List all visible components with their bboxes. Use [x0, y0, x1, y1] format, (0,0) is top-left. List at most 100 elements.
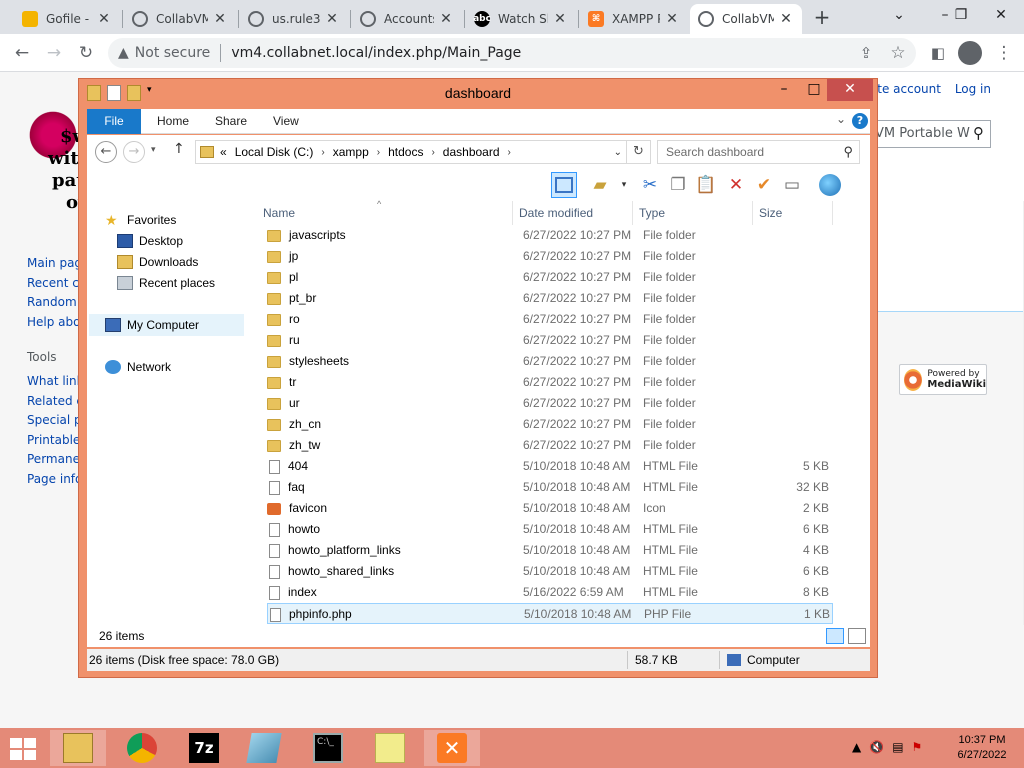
breadcrumb-overflow[interactable]: «: [220, 145, 227, 159]
preview-pane-icon[interactable]: [551, 172, 577, 198]
chevron-right-icon[interactable]: ›: [377, 147, 380, 158]
file-row[interactable]: 404 5/10/2018 10:48 AM HTML File 5 KB: [267, 456, 833, 477]
chevron-right-icon[interactable]: ›: [431, 147, 434, 158]
taskbar-xampp[interactable]: ✕: [424, 730, 480, 766]
tab-home[interactable]: Home: [145, 109, 201, 134]
profile-avatar[interactable]: [958, 41, 982, 65]
file-row[interactable]: ro 6/27/2022 10:27 PM File folder: [267, 309, 833, 330]
column-header-type[interactable]: Type: [633, 201, 753, 225]
file-row[interactable]: zh_cn 6/27/2022 10:27 PM File folder: [267, 414, 833, 435]
share-icon[interactable]: ⇪: [854, 41, 878, 65]
browser-tab-active[interactable]: CollabVM ✕: [690, 4, 802, 34]
delete-icon[interactable]: ✕: [723, 172, 749, 198]
up-icon[interactable]: ↑: [173, 141, 185, 157]
file-row[interactable]: javascripts 6/27/2022 10:27 PM File folder: [267, 225, 833, 246]
close-icon[interactable]: ✕: [827, 79, 873, 101]
file-row[interactable]: tr 6/27/2022 10:27 PM File folder: [267, 372, 833, 393]
url-text[interactable]: vm4.collabnet.local/index.php/Main_Page: [231, 45, 521, 61]
restore-icon[interactable]: ❐: [946, 2, 976, 28]
folder-options-icon[interactable]: ▰: [587, 172, 613, 198]
breadcrumb-item[interactable]: xampp: [333, 145, 369, 159]
column-header-size[interactable]: Size: [753, 201, 833, 225]
tab-search-icon[interactable]: ⌄: [884, 2, 914, 28]
nav-network[interactable]: Network: [105, 356, 171, 377]
start-button[interactable]: [10, 738, 38, 760]
login-link[interactable]: Log in: [955, 82, 991, 96]
tab-close-icon[interactable]: ✕: [212, 11, 228, 27]
file-row[interactable]: favicon 5/10/2018 10:48 AM Icon 2 KB: [267, 498, 833, 519]
large-icons-view-icon[interactable]: [848, 628, 866, 644]
file-row[interactable]: faq 5/10/2018 10:48 AM HTML File 32 KB: [267, 477, 833, 498]
browser-tab[interactable]: CollabVM ✕: [124, 4, 236, 34]
rename-icon[interactable]: ▭: [779, 172, 805, 198]
taskbar-file-explorer[interactable]: [50, 730, 106, 766]
file-row[interactable]: phpinfo.php 5/10/2018 10:48 AM PHP File 1 K…: [267, 603, 833, 624]
volume-muted-icon[interactable]: 🔇: [869, 740, 884, 754]
minimize-icon[interactable]: –: [769, 79, 799, 101]
nav-my-computer[interactable]: My Computer: [105, 314, 199, 335]
taskbar-clock[interactable]: 10:37 PM 6/27/2022: [952, 733, 1012, 763]
chevron-right-icon[interactable]: ›: [321, 147, 324, 158]
globe-icon[interactable]: [817, 172, 843, 198]
show-hidden-icons-icon[interactable]: ▲: [852, 740, 861, 754]
paste-icon[interactable]: 📋: [693, 172, 719, 198]
refresh-icon[interactable]: ↻: [627, 140, 651, 164]
tab-close-icon[interactable]: ✕: [664, 11, 680, 27]
back-icon[interactable]: ←: [95, 141, 117, 163]
file-row[interactable]: howto_platform_links 5/10/2018 10:48 AM HT…: [267, 540, 833, 561]
address-bar[interactable]: ▲ Not secure vm4.collabnet.local/index.p…: [108, 38, 916, 68]
tab-close-icon[interactable]: ✕: [96, 11, 112, 27]
file-row[interactable]: zh_tw 6/27/2022 10:27 PM File folder: [267, 435, 833, 456]
search-icon[interactable]: ⚲: [973, 124, 984, 142]
browser-tab[interactable]: ⌘ XAMPP P ✕: [580, 4, 688, 34]
help-icon[interactable]: ?: [852, 113, 868, 129]
expand-ribbon-icon[interactable]: ⌄: [836, 112, 846, 126]
browser-tab[interactable]: abc Watch Sh ✕: [466, 4, 576, 34]
powered-by-mediawiki-badge[interactable]: Powered by MediaWiki: [899, 364, 987, 395]
details-view-icon[interactable]: [826, 628, 844, 644]
file-row[interactable]: howto 5/10/2018 10:48 AM HTML File 6 KB: [267, 519, 833, 540]
browser-tab[interactable]: Gofile - F ✕: [14, 4, 120, 34]
column-header-date[interactable]: Date modified: [513, 201, 633, 225]
tab-close-icon[interactable]: ✕: [324, 11, 340, 27]
nav-favorites[interactable]: ★ Favorites: [105, 209, 176, 230]
explorer-title-bar[interactable]: ▾ dashboard – □ ✕: [79, 79, 877, 107]
taskbar-7zip[interactable]: 7z: [176, 730, 232, 766]
reload-icon[interactable]: ↻: [74, 41, 98, 65]
tab-close-icon[interactable]: ✕: [552, 11, 568, 27]
chevron-down-icon[interactable]: ⌄: [614, 147, 622, 158]
breadcrumb-item[interactable]: Local Disk (C:): [235, 145, 314, 159]
new-tab-button[interactable]: +: [812, 4, 832, 30]
column-header-name[interactable]: Name ^: [257, 199, 513, 225]
file-row[interactable]: ru 6/27/2022 10:27 PM File folder: [267, 330, 833, 351]
explorer-address-bar[interactable]: « Local Disk (C:) › xampp › htdocs › das…: [195, 140, 627, 164]
browser-tab[interactable]: us.rule34 ✕: [240, 4, 348, 34]
cut-icon[interactable]: ✂: [637, 172, 663, 198]
file-row[interactable]: ur 6/27/2022 10:27 PM File folder: [267, 393, 833, 414]
back-icon[interactable]: ←: [10, 41, 34, 65]
tab-share[interactable]: Share: [203, 109, 259, 134]
bookmark-star-icon[interactable]: ☆: [886, 41, 910, 65]
forward-icon[interactable]: →: [42, 41, 66, 65]
warning-icon[interactable]: ▲: [118, 45, 129, 61]
file-row[interactable]: jp 6/27/2022 10:27 PM File folder: [267, 246, 833, 267]
close-icon[interactable]: ✕: [986, 2, 1016, 28]
nav-desktop[interactable]: Desktop: [117, 230, 183, 251]
dropdown-icon[interactable]: ▾: [611, 172, 637, 198]
recent-locations-icon[interactable]: ▾: [151, 145, 156, 155]
action-center-icon[interactable]: ⚑: [912, 740, 923, 754]
properties-check-icon[interactable]: ✔: [751, 172, 777, 198]
chevron-right-icon[interactable]: ›: [508, 147, 511, 158]
taskbar-chrome[interactable]: [114, 730, 170, 766]
taskbar-app[interactable]: [236, 730, 292, 766]
network-status-icon[interactable]: ▤: [892, 740, 903, 754]
breadcrumb-item[interactable]: dashboard: [443, 145, 500, 159]
taskbar-cmd[interactable]: C:\_: [300, 730, 356, 766]
file-row[interactable]: pt_br 6/27/2022 10:27 PM File folder: [267, 288, 833, 309]
wiki-search-input[interactable]: VM Portable W ⚲: [870, 120, 991, 148]
breadcrumb-item[interactable]: htdocs: [388, 145, 423, 159]
file-row[interactable]: index 5/16/2022 6:59 AM HTML File 8 KB: [267, 582, 833, 603]
security-label[interactable]: Not secure: [135, 45, 211, 61]
file-row[interactable]: howto_shared_links 5/10/2018 10:48 AM HTML…: [267, 561, 833, 582]
taskbar-sticky-notes[interactable]: [362, 730, 418, 766]
